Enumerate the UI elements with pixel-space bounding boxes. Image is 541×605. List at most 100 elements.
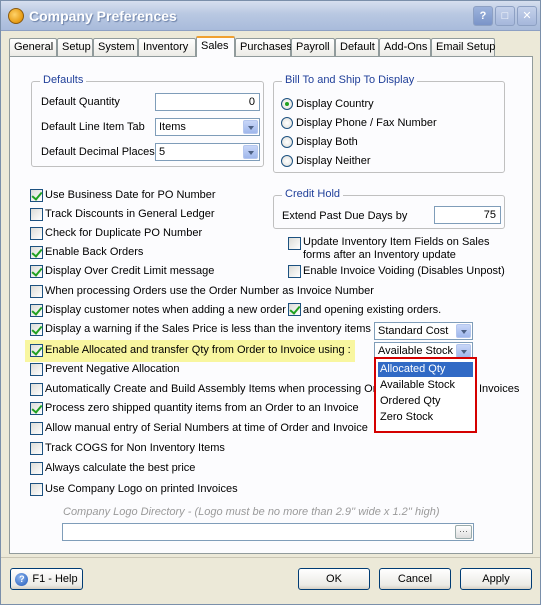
- help-button[interactable]: ? F1 - Help: [10, 568, 83, 590]
- business-date-label: Use Business Date for PO Number: [45, 189, 216, 201]
- sales-price-warning-checkbox[interactable]: [30, 323, 43, 336]
- tab-inventory[interactable]: Inventory: [138, 38, 196, 56]
- extend-past-due-input[interactable]: 75: [434, 206, 501, 224]
- best-price-checkbox[interactable]: [30, 462, 43, 475]
- chevron-down-icon[interactable]: [456, 324, 471, 338]
- back-orders-label: Enable Back Orders: [45, 246, 144, 258]
- opening-orders-label: and opening existing orders.: [303, 304, 442, 316]
- customer-notes-checkbox[interactable]: [30, 304, 43, 317]
- title-bar[interactable]: Company Preferences ? □ ✕: [1, 1, 540, 31]
- invoice-voiding-label: Enable Invoice Voiding (Disables Unpost): [303, 265, 505, 277]
- order-number-label: When processing Orders use the Order Num…: [45, 285, 374, 297]
- tab-purchases[interactable]: Purchases: [235, 38, 292, 56]
- apply-button[interactable]: Apply: [460, 568, 532, 590]
- update-inventory-checkbox[interactable]: [288, 237, 301, 250]
- chevron-down-icon[interactable]: [243, 145, 258, 159]
- tab-email-setup[interactable]: Email Setup: [431, 38, 495, 56]
- tab-payroll[interactable]: Payroll: [291, 38, 335, 56]
- default-quantity-input[interactable]: 0: [155, 93, 260, 111]
- zero-shipped-label: Process zero shipped quantity items from…: [45, 402, 359, 414]
- over-credit-checkbox[interactable]: [30, 265, 43, 278]
- allocated-transfer-checkbox[interactable]: [30, 344, 43, 357]
- display-neither-label: Display Neither: [296, 155, 371, 167]
- maximize-button[interactable]: □: [495, 6, 515, 26]
- dropdown-option-zero-stock[interactable]: Zero Stock: [378, 410, 473, 425]
- maximize-icon: □: [501, 10, 509, 22]
- tab-add-ons[interactable]: Add-Ons: [379, 38, 431, 56]
- track-cogs-checkbox[interactable]: [30, 442, 43, 455]
- company-preferences-window: Company Preferences ? □ ✕ General Setup …: [0, 0, 541, 605]
- tab-sales[interactable]: Sales: [196, 36, 235, 57]
- credit-hold-title: Credit Hold: [282, 188, 344, 200]
- decimal-places-label: Default Decimal Places: [41, 146, 155, 158]
- invoice-voiding-checkbox[interactable]: [288, 265, 301, 278]
- help-button-label: F1 - Help: [32, 573, 78, 585]
- apply-button-label: Apply: [482, 573, 510, 585]
- dropdown-option-allocated-qty[interactable]: Allocated Qty: [378, 362, 473, 377]
- opening-orders-checkbox[interactable]: [288, 303, 301, 316]
- assembly-items-label-suffix: Invoices: [479, 383, 520, 395]
- help-icon: ?: [15, 572, 29, 586]
- display-both-radio[interactable]: [281, 136, 293, 148]
- back-orders-checkbox[interactable]: [30, 246, 43, 259]
- footer-separator: [1, 557, 540, 558]
- serial-numbers-checkbox[interactable]: [30, 422, 43, 435]
- tab-default[interactable]: Default: [335, 38, 379, 56]
- serial-numbers-label: Allow manual entry of Serial Numbers at …: [45, 422, 368, 434]
- line-item-tab-label: Default Line Item Tab: [41, 121, 145, 133]
- company-logo-checkbox[interactable]: [30, 483, 43, 496]
- line-item-tab-select[interactable]: Items: [155, 118, 260, 136]
- chevron-down-icon[interactable]: [243, 120, 258, 134]
- duplicate-po-checkbox[interactable]: [30, 227, 43, 240]
- line-item-tab-value: Items: [159, 121, 186, 133]
- display-both-label: Display Both: [296, 136, 358, 148]
- update-inventory-label: Update Inventory Item Fields on Sales: [303, 236, 490, 248]
- close-icon: ✕: [522, 10, 532, 22]
- tab-setup[interactable]: Setup: [57, 38, 93, 56]
- app-icon: [8, 8, 24, 24]
- dropdown-option-available-stock[interactable]: Available Stock: [378, 378, 473, 393]
- defaults-title: Defaults: [40, 74, 87, 86]
- logo-directory-input[interactable]: [62, 523, 474, 541]
- logo-directory-label: Company Logo Directory - (Logo must be n…: [63, 506, 440, 518]
- customer-notes-label: Display customer notes when adding a new…: [45, 304, 286, 316]
- extend-past-due-label: Extend Past Due Days by: [282, 210, 408, 222]
- negative-allocation-checkbox[interactable]: [30, 363, 43, 376]
- sales-price-cost-value: Standard Cost: [378, 325, 449, 337]
- assembly-items-checkbox[interactable]: [30, 383, 43, 396]
- help-title-button[interactable]: ?: [473, 6, 493, 26]
- browse-button[interactable]: ···: [455, 525, 472, 539]
- allocated-qty-value: Available Stock: [378, 345, 454, 357]
- business-date-checkbox[interactable]: [30, 189, 43, 202]
- tab-system[interactable]: System: [93, 38, 138, 56]
- track-discounts-checkbox[interactable]: [30, 208, 43, 221]
- sales-price-cost-select[interactable]: Standard Cost: [374, 322, 473, 340]
- cancel-button[interactable]: Cancel: [379, 568, 451, 590]
- display-country-label: Display Country: [296, 98, 374, 110]
- close-button[interactable]: ✕: [517, 6, 537, 26]
- ok-button[interactable]: OK: [298, 568, 370, 590]
- decimal-places-value: 5: [159, 146, 166, 158]
- display-phone-label: Display Phone / Fax Number: [296, 117, 437, 129]
- display-neither-radio[interactable]: [281, 155, 293, 167]
- chevron-down-icon[interactable]: [456, 344, 471, 358]
- display-phone-radio[interactable]: [281, 117, 293, 129]
- duplicate-po-label: Check for Duplicate PO Number: [45, 227, 203, 239]
- decimal-places-select[interactable]: 5: [155, 143, 260, 161]
- default-quantity-label: Default Quantity: [41, 96, 120, 108]
- order-number-checkbox[interactable]: [30, 285, 43, 298]
- zero-shipped-checkbox[interactable]: [30, 402, 43, 415]
- track-cogs-label: Track COGS for Non Inventory Items: [45, 442, 225, 454]
- ellipsis-icon: ···: [459, 526, 468, 536]
- ok-button-label: OK: [326, 573, 342, 585]
- update-inventory-label-line2: forms after an Inventory update: [303, 249, 456, 261]
- bill-ship-title: Bill To and Ship To Display: [282, 74, 418, 86]
- display-country-radio[interactable]: [281, 98, 293, 110]
- tab-general[interactable]: General: [9, 38, 57, 56]
- assembly-items-label: Automatically Create and Build Assembly …: [45, 383, 383, 395]
- sales-price-warning-label: Display a warning if the Sales Price is …: [45, 323, 371, 335]
- cancel-button-label: Cancel: [397, 573, 433, 585]
- dropdown-option-ordered-qty[interactable]: Ordered Qty: [378, 394, 473, 409]
- allocated-transfer-label: Enable Allocated and transfer Qty from O…: [45, 344, 351, 356]
- best-price-label: Always calculate the best price: [45, 462, 196, 474]
